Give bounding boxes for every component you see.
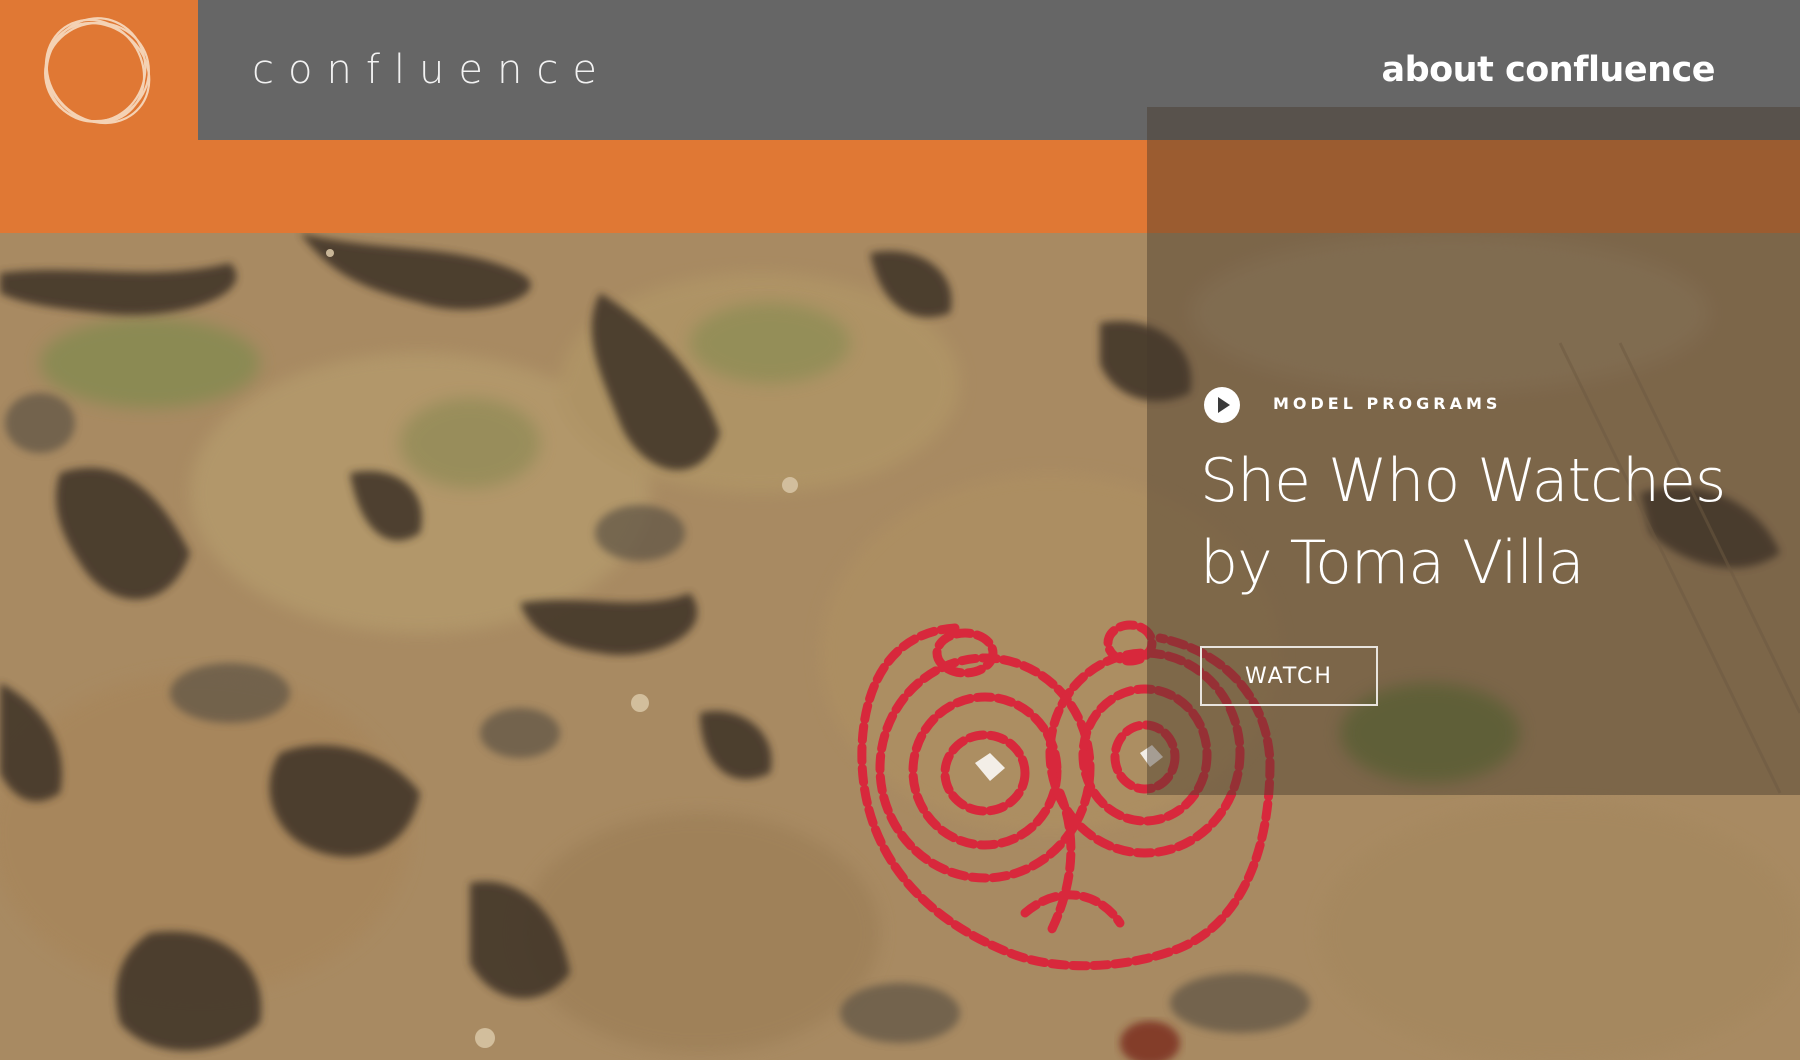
confluence-logo-icon[interactable] — [30, 6, 164, 134]
watch-button[interactable]: WATCH — [1200, 646, 1378, 706]
logo-block[interactable] — [0, 0, 198, 140]
about-confluence-link[interactable]: about confluence — [1381, 48, 1715, 92]
brand-wordmark[interactable]: confluence — [252, 44, 611, 96]
play-circle-icon[interactable] — [1203, 386, 1241, 424]
feature-title-line-1: She Who Watches — [1200, 446, 1726, 516]
feature-title[interactable]: She Who Watches by Toma Villa — [1200, 440, 1760, 604]
feature-title-line-2: by Toma Villa — [1200, 528, 1585, 598]
page: confluence about confluence MODEL PROGRA… — [0, 0, 1800, 1060]
feature-category-label: MODEL PROGRAMS — [1273, 394, 1502, 413]
